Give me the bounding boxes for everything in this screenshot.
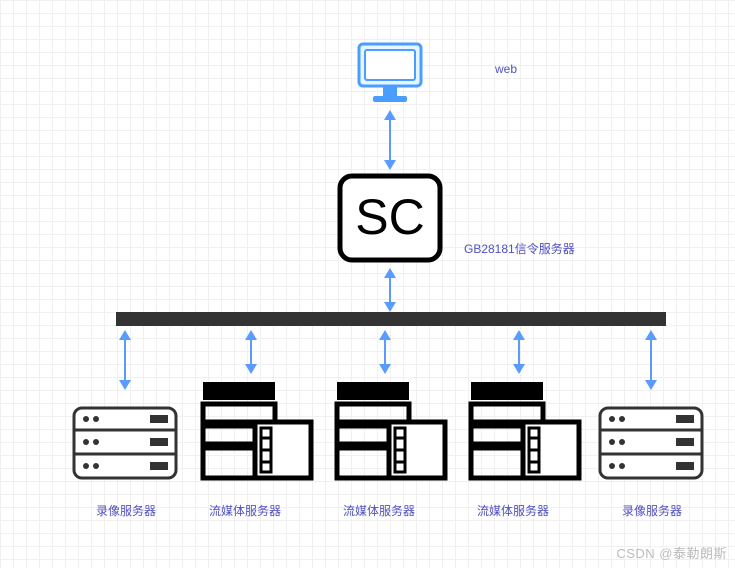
recording-2-label: 录像服务器 [622, 502, 682, 519]
recording-server-2-icon [598, 406, 704, 480]
media-1-label: 流媒体服务器 [209, 502, 281, 519]
arrow-sc-bus [381, 268, 399, 312]
media-server-2-icon [333, 378, 449, 482]
media-server-1-icon [199, 378, 315, 482]
recording-1-label: 录像服务器 [96, 502, 156, 519]
sc-text: SC [355, 189, 424, 245]
arrow-bus-rec1 [116, 330, 134, 390]
arrow-web-sc [381, 110, 399, 170]
media-server-3-icon [467, 378, 583, 482]
arrow-bus-media1 [242, 330, 260, 374]
sc-box-icon: SC [336, 172, 444, 264]
watermark: CSDN @泰勒朗斯 [616, 543, 727, 562]
arrow-bus-media3 [510, 330, 528, 374]
bus-bar-icon [116, 312, 666, 326]
recording-server-1-icon [72, 406, 178, 480]
media-3-label: 流媒体服务器 [477, 502, 549, 519]
web-label: web [495, 62, 517, 76]
media-2-label: 流媒体服务器 [343, 502, 415, 519]
signaling-label: GB28181信令服务器 [464, 240, 575, 257]
arrow-bus-rec2 [642, 330, 660, 390]
web-monitor-icon [353, 40, 427, 104]
arrow-bus-media2 [376, 330, 394, 374]
